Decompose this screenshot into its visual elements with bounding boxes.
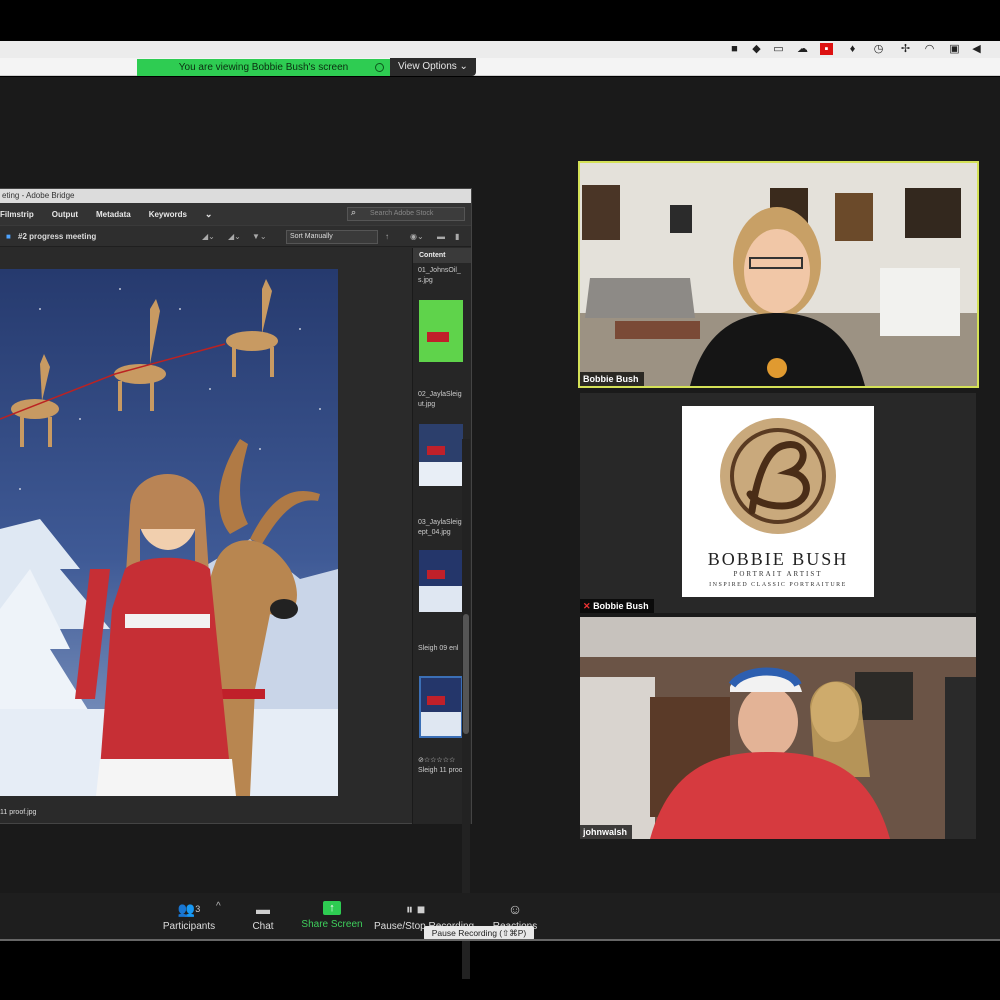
sort-ascending-icon[interactable]: ↑ xyxy=(385,226,389,248)
path-bar: ■ #2 progress meeting ◢⌄ ◢⌄ ▼⌄ Sort Manu… xyxy=(0,225,471,247)
filter-icon[interactable]: ▼⌄ xyxy=(252,226,267,248)
scroll-thumb[interactable] xyxy=(463,614,469,734)
thumb-label: 02_JaylaSleig ut.jpg xyxy=(418,391,462,408)
share-screen-button[interactable]: ↑ Share Screen xyxy=(300,901,364,930)
share-status-icon xyxy=(375,63,384,72)
bridge-tabs: Filmstrip Output Metadata Keywords ⌄ Sea… xyxy=(0,203,471,225)
preview-caption: 11 proof.jpg xyxy=(0,809,37,816)
flame-icon[interactable]: ♦ xyxy=(846,43,859,55)
portrait-painting xyxy=(0,269,338,796)
camera-icon[interactable]: ◉⌄ xyxy=(410,226,424,248)
muted-mic-icon: ✕ xyxy=(583,601,591,611)
app-icon[interactable]: ▪ xyxy=(820,43,833,55)
video-feed xyxy=(580,617,976,839)
participants-button[interactable]: 👥3 Participants xyxy=(158,901,220,932)
participant-name: ✕ Bobbie Bush xyxy=(580,599,654,613)
tab-metadata[interactable]: Metadata xyxy=(96,210,131,219)
thumb-sleigh xyxy=(427,332,449,342)
participants-label: Participants xyxy=(162,921,216,932)
thumbnail-selected[interactable] xyxy=(419,676,463,738)
camera-icon[interactable]: ■ xyxy=(728,43,741,55)
list-item[interactable]: 01_JohnsOil_ s.jpg xyxy=(418,266,468,286)
new-folder-icon[interactable]: ▬ xyxy=(437,226,445,248)
tab-output[interactable]: Output xyxy=(52,210,78,219)
thumb-sleigh xyxy=(427,570,445,579)
view-options-button[interactable]: View Options ⌄ xyxy=(390,58,476,76)
stars-filter-icon[interactable]: ◢⌄ xyxy=(228,226,241,248)
list-item[interactable]: 03_JaylaSleig ept_04.jpg xyxy=(418,518,468,538)
creative-cloud-icon[interactable]: ☁ xyxy=(796,43,809,55)
sort-select[interactable]: Sort Manually xyxy=(286,230,378,244)
image-preview[interactable] xyxy=(0,269,338,796)
window-bottom-edge xyxy=(0,939,1000,941)
folder-icon: ■ xyxy=(6,232,11,241)
display-icon[interactable]: ▭ xyxy=(772,43,785,55)
video-tile-logo[interactable]: BOBBIE BUSH PORTRAIT ARTIST INSPIRED CLA… xyxy=(580,393,976,613)
volume-icon[interactable]: ◀ xyxy=(970,43,983,55)
thumb-label: Sleigh 11 proo xyxy=(418,767,463,774)
banner-text: You are viewing Bobbie Bush's screen xyxy=(178,62,349,73)
thumbnail[interactable] xyxy=(419,424,463,486)
mac-menubar: ■ ◆ ▭ ☁ ▪ ♦ ◷ ✢ ◠ ▣ ◀ xyxy=(0,41,1000,58)
list-item[interactable]: Sleigh 09 enl xyxy=(418,644,468,654)
screen: ■ ◆ ▭ ☁ ▪ ♦ ◷ ✢ ◠ ▣ ◀ You are viewing Bo… xyxy=(0,0,1000,1000)
star-rating[interactable]: ⊘☆☆☆☆☆ xyxy=(418,756,468,766)
logo-card: BOBBIE BUSH PORTRAIT ARTIST INSPIRED CLA… xyxy=(682,406,874,597)
thumb-sleigh xyxy=(427,696,445,705)
thumb-label: 01_JohnsOil_ s.jpg xyxy=(418,267,461,284)
chevron-down-icon[interactable]: ⌄ xyxy=(205,209,213,220)
participant-name-text: Bobbie Bush xyxy=(593,601,649,611)
logo-subtitle: PORTRAIT ARTIST xyxy=(733,570,823,578)
reactions-icon: ☺ xyxy=(507,901,523,917)
quality-icon[interactable]: ◢⌄ xyxy=(202,226,215,248)
pause-recording-tooltip: Pause Recording (⇧⌘P) xyxy=(424,926,534,940)
bridge-title: eting - Adobe Bridge xyxy=(0,189,471,203)
pause-stop-icon: ⏸ ■ xyxy=(406,901,426,917)
chat-button[interactable]: ▬ Chat xyxy=(246,901,280,932)
participant-name: Bobbie Bush xyxy=(580,372,644,386)
viewing-share-banner: You are viewing Bobbie Bush's screen xyxy=(137,59,390,76)
thumb-snow xyxy=(421,712,461,736)
video-feed xyxy=(580,163,977,386)
share-screen-icon: ↑ xyxy=(323,901,341,915)
thumb-sleigh xyxy=(427,446,445,455)
chat-icon: ▬ xyxy=(256,901,270,917)
logo-tagline: INSPIRED CLASSIC PORTRAITURE xyxy=(709,582,847,588)
tab-filmstrip[interactable]: Filmstrip xyxy=(0,210,34,219)
move-icon[interactable]: ✢ xyxy=(899,43,912,55)
thumb-label: 03_JaylaSleig ept_04.jpg xyxy=(418,519,462,536)
thumbnail[interactable] xyxy=(419,550,463,612)
folder-path[interactable]: #2 progress meeting xyxy=(18,226,96,248)
list-item[interactable]: ⊘☆☆☆☆☆ Sleigh 11 proo xyxy=(418,756,468,776)
search-icon: ⌕ xyxy=(351,207,357,217)
content-header: Content xyxy=(413,248,471,263)
chat-label: Chat xyxy=(252,921,274,932)
chevron-up-icon[interactable]: ^ xyxy=(216,901,221,912)
video-tile-johnwalsh[interactable]: johnwalsh xyxy=(580,617,976,839)
adobe-bridge-window: eting - Adobe Bridge Filmstrip Output Me… xyxy=(0,188,472,979)
tab-keywords[interactable]: Keywords xyxy=(149,210,187,219)
stock-search-input[interactable]: Search Adobe Stock xyxy=(347,207,465,221)
keyboard-icon[interactable]: ▣ xyxy=(948,43,961,55)
participant-name: johnwalsh xyxy=(580,825,633,839)
share-screen-label: Share Screen xyxy=(301,919,363,930)
dropbox-icon[interactable]: ◆ xyxy=(750,43,763,55)
wifi-icon[interactable]: ◠ xyxy=(923,43,936,55)
logo-name: BOBBIE BUSH xyxy=(707,549,849,569)
thumbnail[interactable] xyxy=(419,300,463,362)
thumb-snow xyxy=(419,462,463,486)
list-item[interactable]: 02_JaylaSleig ut.jpg xyxy=(418,390,468,410)
thumb-label: Sleigh 09 enl xyxy=(418,645,459,652)
thumb-snow xyxy=(419,586,463,612)
time-machine-icon[interactable]: ◷ xyxy=(872,43,885,55)
video-tile-bobbie-bush[interactable]: Bobbie Bush xyxy=(578,161,979,388)
trash-icon[interactable]: ▮ xyxy=(455,226,459,248)
participants-icon: 👥3 xyxy=(177,901,201,917)
